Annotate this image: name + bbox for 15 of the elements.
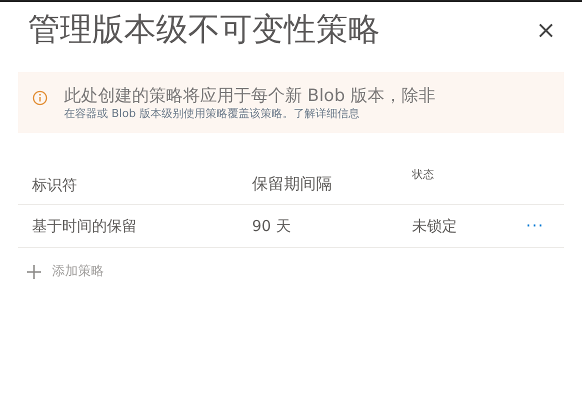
notice-text: 此处创建的策略将应用于每个新 Blob 版本，除非 bbox=[64, 86, 436, 107]
table-cell-text: 90 天 bbox=[252, 216, 292, 237]
notice-detail: 在容器或 Blob 版本级别使用策略覆盖该策略。了解详细信息 bbox=[64, 106, 360, 122]
column-header: 标识符 bbox=[32, 174, 78, 196]
close-button[interactable]: × bbox=[532, 18, 560, 42]
info-icon bbox=[32, 90, 48, 106]
add-policy-button[interactable]: 添加策略 bbox=[26, 262, 104, 282]
more-button[interactable]: ··· bbox=[520, 214, 550, 238]
learn-more-link[interactable]: 了解详细信息 bbox=[293, 106, 360, 120]
table-cell-text: 未锁定 bbox=[412, 216, 458, 237]
panel-title: 管理版本级不可变性策略 bbox=[28, 10, 380, 48]
plus-icon bbox=[26, 264, 42, 280]
column-header: 保留期间隔 bbox=[252, 173, 333, 196]
column-header: 状态 bbox=[412, 167, 435, 184]
table-cell-text: 基于时间的保留 bbox=[32, 216, 138, 237]
